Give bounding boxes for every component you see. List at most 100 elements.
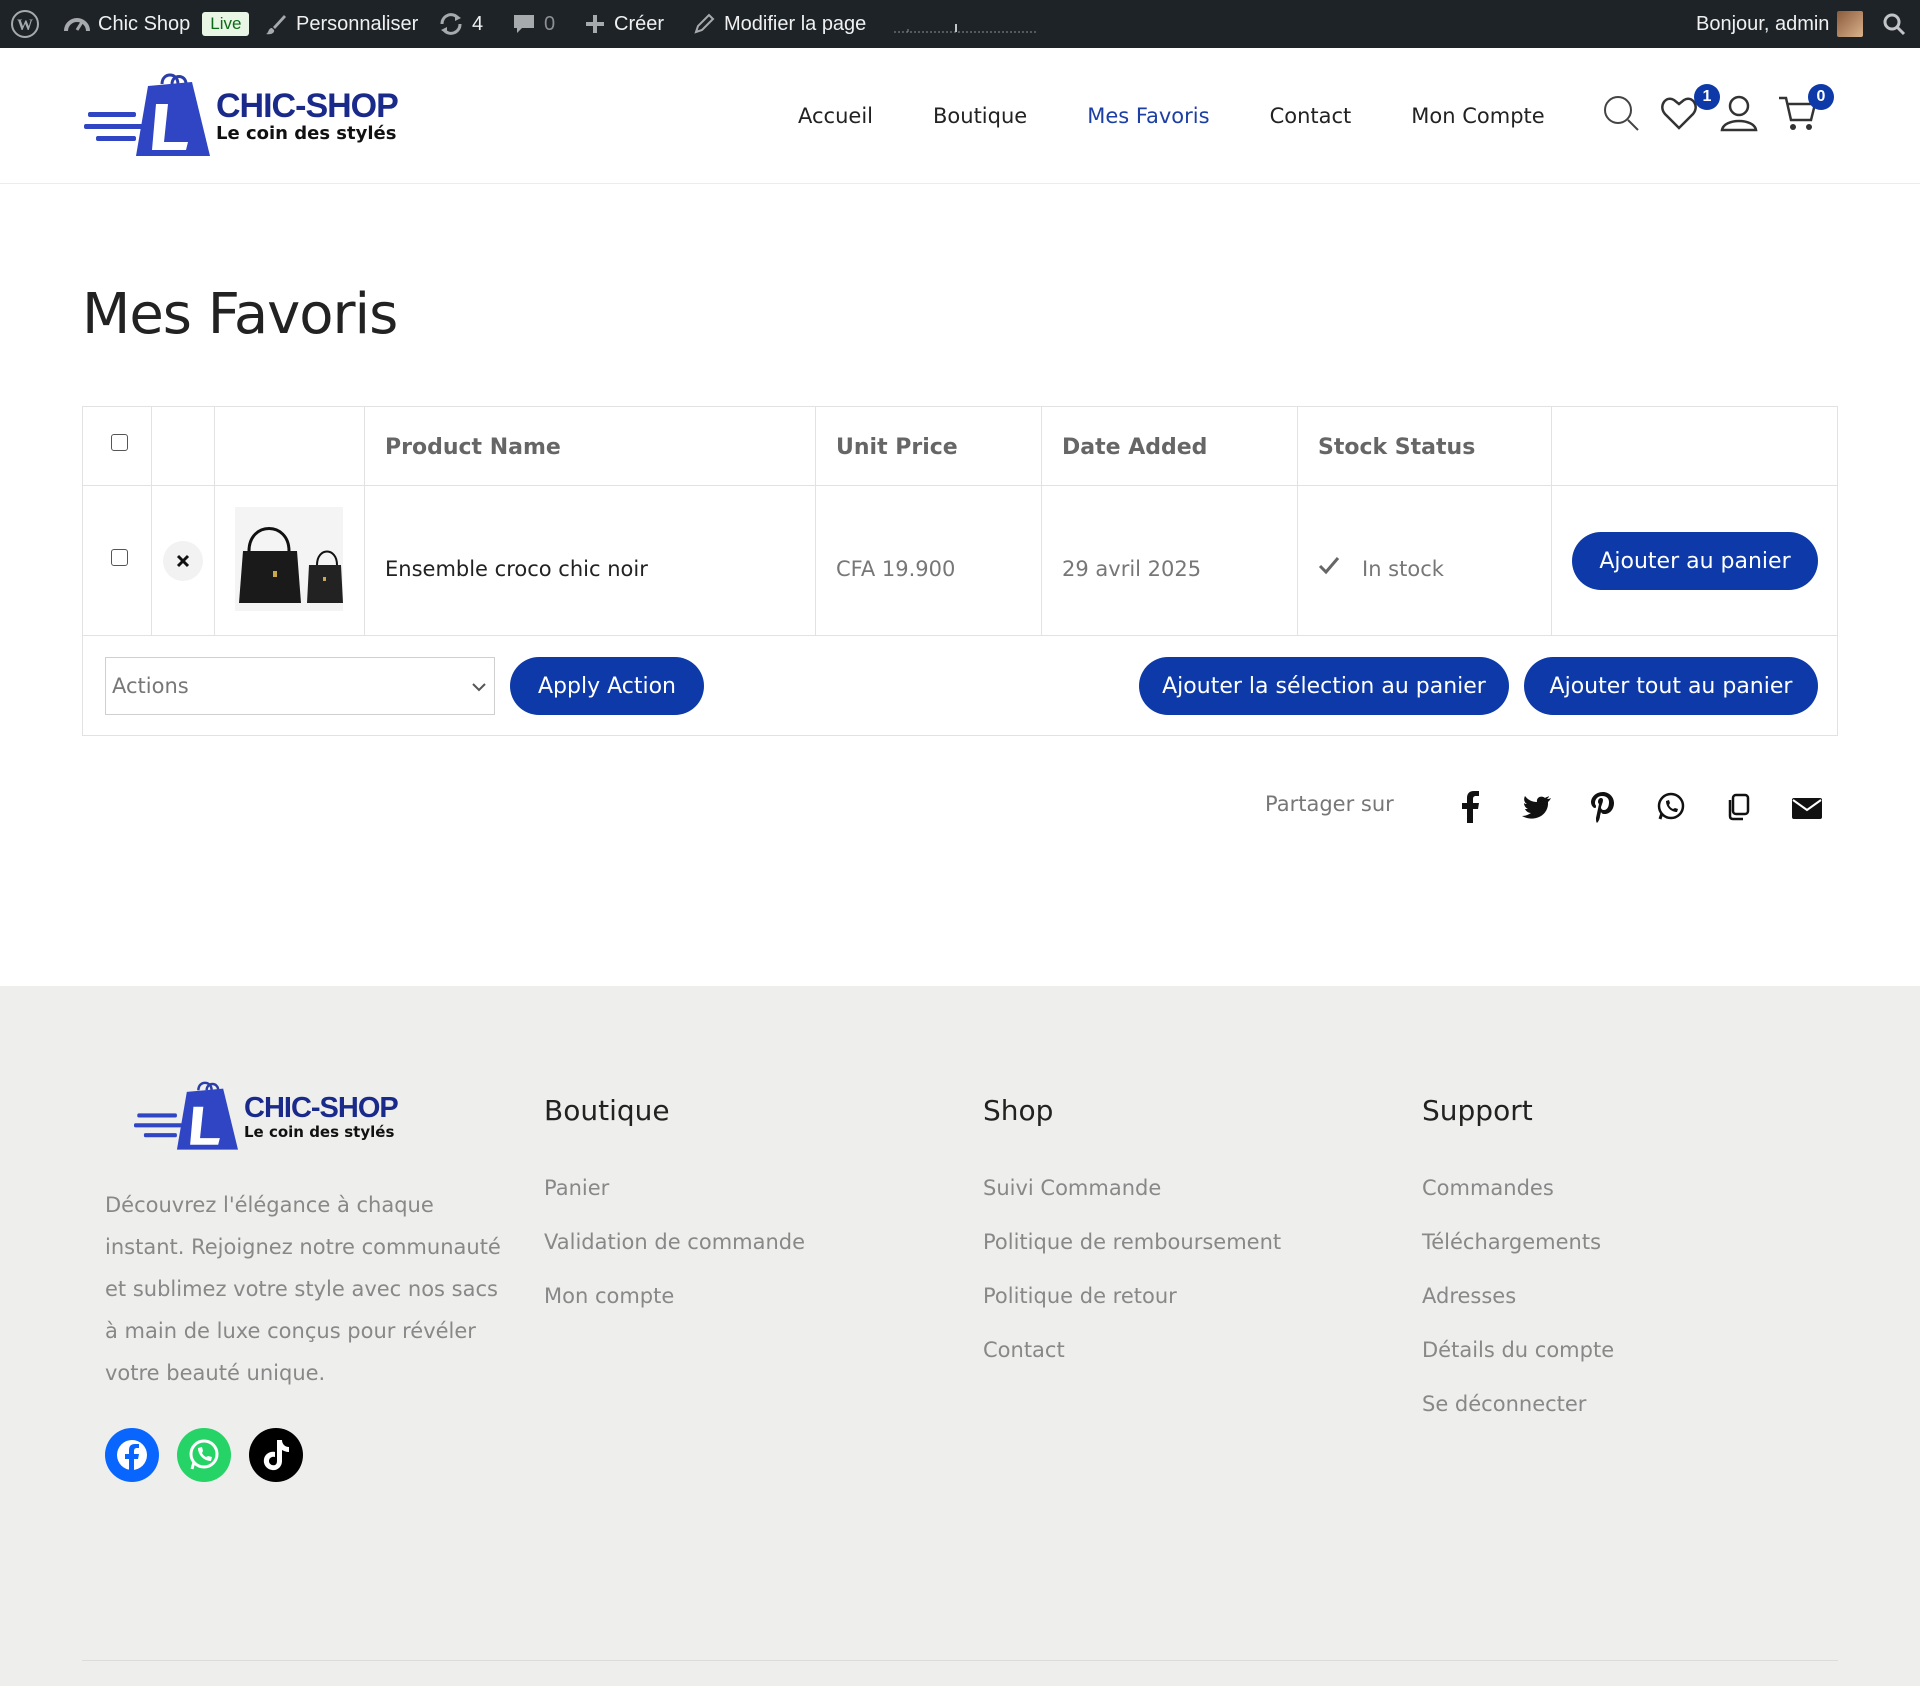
footer-link-telechargements[interactable]: Téléchargements (1422, 1230, 1601, 1254)
site-header: CHIC-SHOP Le coin des stylés Accueil Bou… (0, 48, 1920, 184)
nav-item-accueil[interactable]: Accueil (798, 104, 873, 128)
site-logo[interactable]: CHIC-SHOP Le coin des stylés (84, 70, 399, 158)
apply-action-button[interactable]: Apply Action (510, 657, 704, 715)
avatar (1837, 11, 1864, 37)
facebook-icon (117, 1440, 147, 1472)
row-checkbox[interactable] (111, 549, 128, 566)
edit-page-label: Modifier la page (724, 12, 867, 35)
wishlist-heart-icon[interactable]: 1 (1660, 84, 1720, 132)
updates-count: 4 (472, 12, 484, 35)
new-content-link[interactable]: Créer (584, 0, 664, 48)
footer-link-suivi-commande[interactable]: Suivi Commande (983, 1176, 1161, 1200)
product-name-link[interactable]: Ensemble croco chic noir (385, 557, 648, 581)
pinterest-icon[interactable] (1590, 791, 1616, 823)
nav-item-boutique[interactable]: Boutique (933, 104, 1027, 128)
whatsapp-icon[interactable] (1656, 792, 1686, 822)
footer-link-validation-commande[interactable]: Validation de commande (544, 1230, 805, 1254)
live-badge: Live (202, 12, 250, 36)
footer-divider (82, 1660, 1838, 1661)
header-stock-status: Stock Status (1318, 435, 1476, 460)
header-unit-price: Unit Price (836, 435, 958, 460)
footer-col-title-shop: Shop (983, 1094, 1054, 1127)
share-label: Partager sur (1265, 792, 1394, 816)
new-label: Créer (614, 12, 665, 35)
remove-item-button[interactable] (163, 541, 203, 581)
wordpress-logo-icon[interactable]: W (10, 0, 40, 48)
social-whatsapp-link[interactable] (177, 1428, 231, 1482)
customize-link[interactable]: Personnaliser (264, 0, 418, 48)
footer-logo-title-b: SHOP (319, 1092, 399, 1124)
site-name-menu[interactable]: Chic Shop Live (64, 0, 250, 48)
customize-label: Personnaliser (296, 12, 419, 35)
footer-description: Découvrez l'élégance à chaque instant. R… (105, 1193, 501, 1385)
wishlist-count-badge: 1 (1694, 84, 1720, 110)
footer-link-retour[interactable]: Politique de retour (983, 1284, 1177, 1308)
search-icon[interactable] (1602, 94, 1640, 132)
user-account-icon[interactable] (1720, 94, 1758, 132)
dashboard-icon (64, 18, 90, 32)
actions-select-value: Actions (112, 674, 189, 698)
brush-icon (266, 15, 286, 35)
shopping-bag-logo-icon (84, 73, 210, 156)
admin-search-icon[interactable] (1882, 0, 1906, 48)
add-all-to-cart-button[interactable]: Ajouter tout au panier (1524, 657, 1818, 715)
footer-logo[interactable]: CHIC-SHOP Le coin des stylés (134, 1078, 399, 1152)
footer-col-title-boutique: Boutique (544, 1094, 670, 1127)
header-date-added: Date Added (1062, 435, 1208, 460)
comment-icon (514, 15, 534, 33)
facebook-icon[interactable] (1458, 791, 1482, 823)
edit-page-link[interactable]: Modifier la page (692, 0, 866, 48)
date-added: 29 avril 2025 (1062, 557, 1202, 581)
site-name: Chic Shop (98, 12, 191, 35)
add-to-cart-button[interactable]: Ajouter au panier (1572, 532, 1818, 590)
plus-icon (586, 15, 604, 33)
shopping-bag-logo-icon (134, 1081, 238, 1150)
social-facebook-link[interactable] (105, 1428, 159, 1482)
footer-link-contact[interactable]: Contact (983, 1338, 1065, 1362)
tiktok-icon (263, 1440, 289, 1471)
admin-bar: W Chic Shop Live Personnaliser 4 0 Créer… (0, 0, 1920, 48)
email-icon[interactable] (1791, 795, 1823, 821)
footer-link-mon-compte[interactable]: Mon compte (544, 1284, 674, 1308)
nav-item-mon-compte[interactable]: Mon Compte (1411, 104, 1544, 128)
whatsapp-icon (189, 1439, 219, 1470)
nav-item-mes-favoris[interactable]: Mes Favoris (1087, 104, 1209, 128)
actions-select[interactable]: Actions (105, 657, 495, 715)
header-product-name: Product Name (385, 435, 561, 460)
svg-text:W: W (17, 17, 33, 34)
greeting: Bonjour, admin (1696, 12, 1830, 35)
wishlist-table: Product Name Unit Price Date Added Stock… (82, 406, 1838, 736)
footer-link-deconnexion[interactable]: Se déconnecter (1422, 1392, 1586, 1416)
my-account-menu[interactable]: Bonjour, admin (1696, 0, 1864, 48)
logo-title-b: SHOP (305, 87, 398, 125)
updates-link[interactable]: 4 (438, 0, 483, 48)
twitter-icon[interactable] (1522, 795, 1552, 821)
cart-count-badge: 0 (1808, 84, 1834, 110)
footer-link-remboursement[interactable]: Politique de remboursement (983, 1230, 1281, 1254)
unit-price: CFA 19.900 (836, 557, 956, 581)
cart-icon[interactable]: 0 (1778, 84, 1834, 132)
page-title: Mes Favoris (82, 282, 398, 347)
traffic-sparkline (894, 0, 1038, 48)
social-tiktok-link[interactable] (249, 1428, 303, 1482)
close-icon (176, 554, 190, 568)
nav-item-contact[interactable]: Contact (1270, 104, 1352, 128)
comments-count: 0 (544, 12, 556, 35)
footer-link-panier[interactable]: Panier (544, 1176, 609, 1200)
footer-logo-tagline: Le coin des stylés (244, 1123, 395, 1141)
logo-tagline: Le coin des stylés (216, 123, 397, 144)
footer-logo-title-a: CHIC- (244, 1092, 321, 1124)
comments-link[interactable]: 0 (512, 0, 555, 48)
main-navigation: Accueil Boutique Mes Favoris Contact Mon… (798, 48, 1605, 184)
updates-icon (440, 13, 462, 35)
footer-col-title-support: Support (1422, 1094, 1533, 1127)
footer-link-details-compte[interactable]: Détails du compte (1422, 1338, 1614, 1362)
copy-link-icon[interactable] (1726, 793, 1750, 821)
select-all-checkbox[interactable] (111, 434, 128, 451)
footer-link-commandes[interactable]: Commandes (1422, 1176, 1554, 1200)
add-selected-to-cart-button[interactable]: Ajouter la sélection au panier (1139, 657, 1509, 715)
checkmark-icon (1318, 557, 1340, 575)
stock-status: In stock (1362, 557, 1444, 581)
product-thumbnail[interactable] (235, 507, 343, 611)
footer-link-adresses[interactable]: Adresses (1422, 1284, 1516, 1308)
